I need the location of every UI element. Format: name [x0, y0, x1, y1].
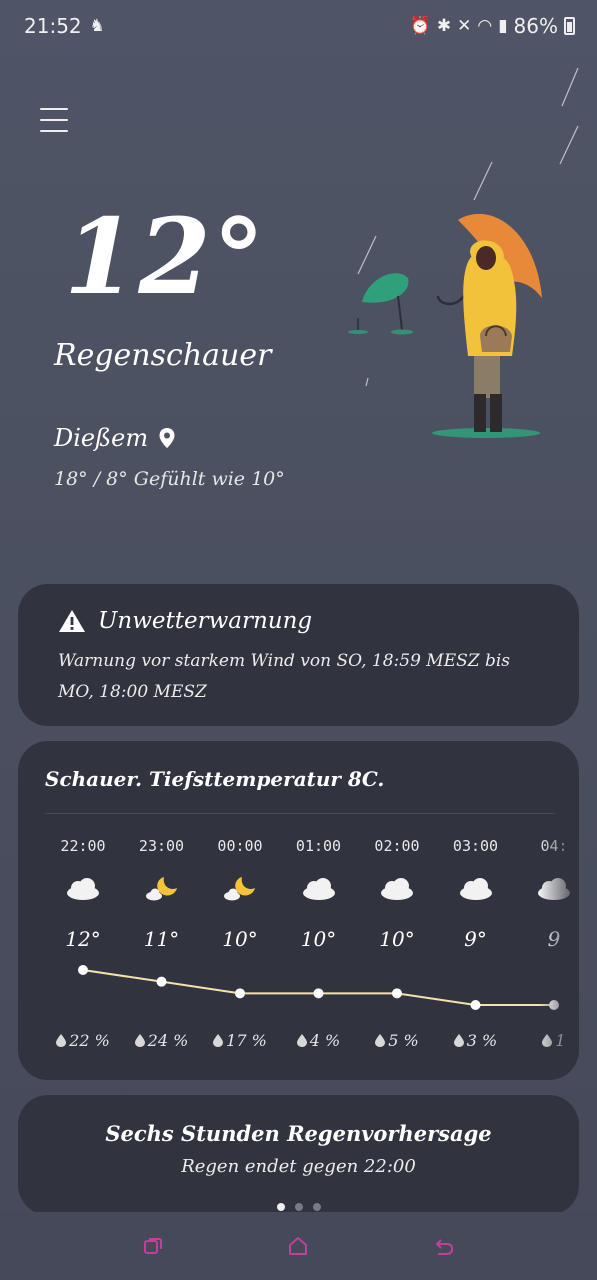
signal-icon: ▮ [498, 15, 508, 36]
raindrop-icon [213, 1034, 224, 1047]
current-temperature: 12° [64, 195, 267, 318]
rain-percent: 22 % [69, 1031, 110, 1050]
warning-title: Unwetterwarnung [98, 608, 313, 634]
cloud-icon [302, 878, 335, 900]
page-dot [312, 1203, 321, 1211]
hour-temperature: 10° [379, 927, 415, 951]
rain-percent: 17 % [226, 1031, 267, 1050]
forecast-summary: Schauer. Tiefsttemperatur 8C. [45, 767, 385, 791]
hour-temperature: 10° [300, 927, 337, 951]
warning-card[interactable]: Unwetterwarnung Warnung vor starkem Wind… [18, 584, 579, 726]
cloud-icon [459, 878, 492, 900]
wifi-icon: ◠ [477, 15, 493, 36]
hour-temperature: 12° [65, 927, 101, 951]
cloud-icon [381, 878, 413, 900]
warning-text: Warnung vor starkem Wind von SO, 18:59 M… [58, 651, 511, 702]
raindrop-icon [453, 1034, 464, 1047]
current-condition: Regenschauer [54, 338, 272, 373]
weather-illustration [348, 67, 579, 438]
hour-rain-chance: 5 % [362, 1031, 432, 1050]
clock: 21:52 [24, 14, 82, 38]
rain-forecast-card[interactable]: Sechs Stunden Regenvorhersage Regen ende… [18, 1095, 579, 1215]
page-dot [276, 1203, 285, 1211]
recent-apps-icon [143, 1238, 162, 1254]
temperature-point [235, 988, 245, 999]
moon-cloud-icon [224, 877, 255, 901]
warning-triangle-icon [59, 610, 85, 632]
menu-icon [40, 108, 68, 110]
menu-icon-line [40, 130, 68, 132]
location-name: Dießem [54, 424, 149, 452]
page-indicator [18, 1203, 579, 1211]
temperature-trend-line [82, 969, 554, 1006]
temperature-point [470, 1000, 481, 1010]
mute-icon: ✕ [457, 15, 472, 36]
status-bar: 21:52 ♞ ⏰ ✱ ✕ ◠ ▮ 86% [0, 0, 597, 52]
warning-header: Unwetterwarnung [58, 608, 539, 634]
temperature-point [313, 988, 324, 999]
notification-icon: ♞ [89, 15, 105, 36]
hour-temperature: 10° [222, 927, 258, 951]
rain-percent: 3 % [466, 1031, 498, 1050]
hour-time: 22:00 [60, 837, 106, 855]
hour-temperature: 11° [143, 927, 180, 951]
rain-percent: 4 % [309, 1031, 341, 1050]
min-max-feels-like: 18° / 8° Gefühlt wie 10° [54, 468, 285, 490]
temperature-point [78, 965, 88, 975]
hour-rain-chance: 22 % [48, 1031, 118, 1050]
hour-rain-chance: 3 % [441, 1031, 511, 1050]
rain-percent: 24 % [147, 1031, 189, 1050]
raindrop-icon [375, 1034, 386, 1047]
battery-percent: 86% [513, 14, 558, 38]
menu-button[interactable] [40, 108, 68, 134]
scroll-fade [539, 821, 579, 1080]
hour-time: 03:00 [452, 837, 499, 855]
location-pin-icon [159, 428, 175, 448]
alarm-icon: ⏰ [409, 15, 431, 36]
raindrop-icon [56, 1034, 67, 1047]
home-icon [289, 1237, 308, 1255]
divider [45, 813, 555, 814]
hour-time: 00:00 [217, 837, 263, 855]
home-button[interactable] [278, 1226, 318, 1266]
rain-forecast-title: Sechs Stunden Regenvorhersage [105, 1121, 492, 1146]
raindrop-icon [134, 1034, 145, 1047]
bluetooth-icon: ✱ [436, 15, 452, 36]
hour-temperature: 9° [464, 927, 487, 951]
back-button[interactable] [424, 1226, 464, 1266]
hour-time: 01:00 [295, 837, 342, 855]
status-left: 21:52 ♞ [24, 14, 105, 38]
hourly-forecast-card[interactable]: Schauer. Tiefsttemperatur 8C. 22:00 12° 22… [18, 741, 579, 1080]
hour-rain-chance: 17 % [205, 1031, 275, 1050]
temperature-point [392, 988, 402, 999]
navigation-bar [0, 1212, 597, 1280]
rain-forecast-subtitle: Regen endet gegen 22:00 [181, 1156, 416, 1177]
recent-apps-button[interactable] [133, 1226, 173, 1266]
raindrop-icon [296, 1034, 307, 1047]
hourly-list[interactable]: 22:00 12° 22 % 23:00 11° 24 % 00:00 10° 17 % 01:0… [18, 837, 579, 1067]
temperature-point [156, 976, 167, 987]
page-dot [294, 1203, 303, 1211]
location[interactable]: Dießem [54, 424, 176, 452]
hour-time: 02:00 [374, 837, 420, 855]
hour-rain-chance: 24 % [127, 1031, 197, 1050]
hour-time: 23:00 [138, 837, 185, 855]
battery-icon [564, 17, 575, 35]
rain-percent: 5 % [388, 1031, 419, 1050]
cloud-icon [67, 878, 99, 900]
moon-cloud-icon [145, 877, 177, 901]
hour-rain-chance: 4 % [284, 1031, 354, 1050]
status-right: ⏰ ✱ ✕ ◠ ▮ 86% [410, 14, 575, 38]
back-icon [435, 1239, 454, 1255]
menu-icon-line [40, 119, 68, 121]
